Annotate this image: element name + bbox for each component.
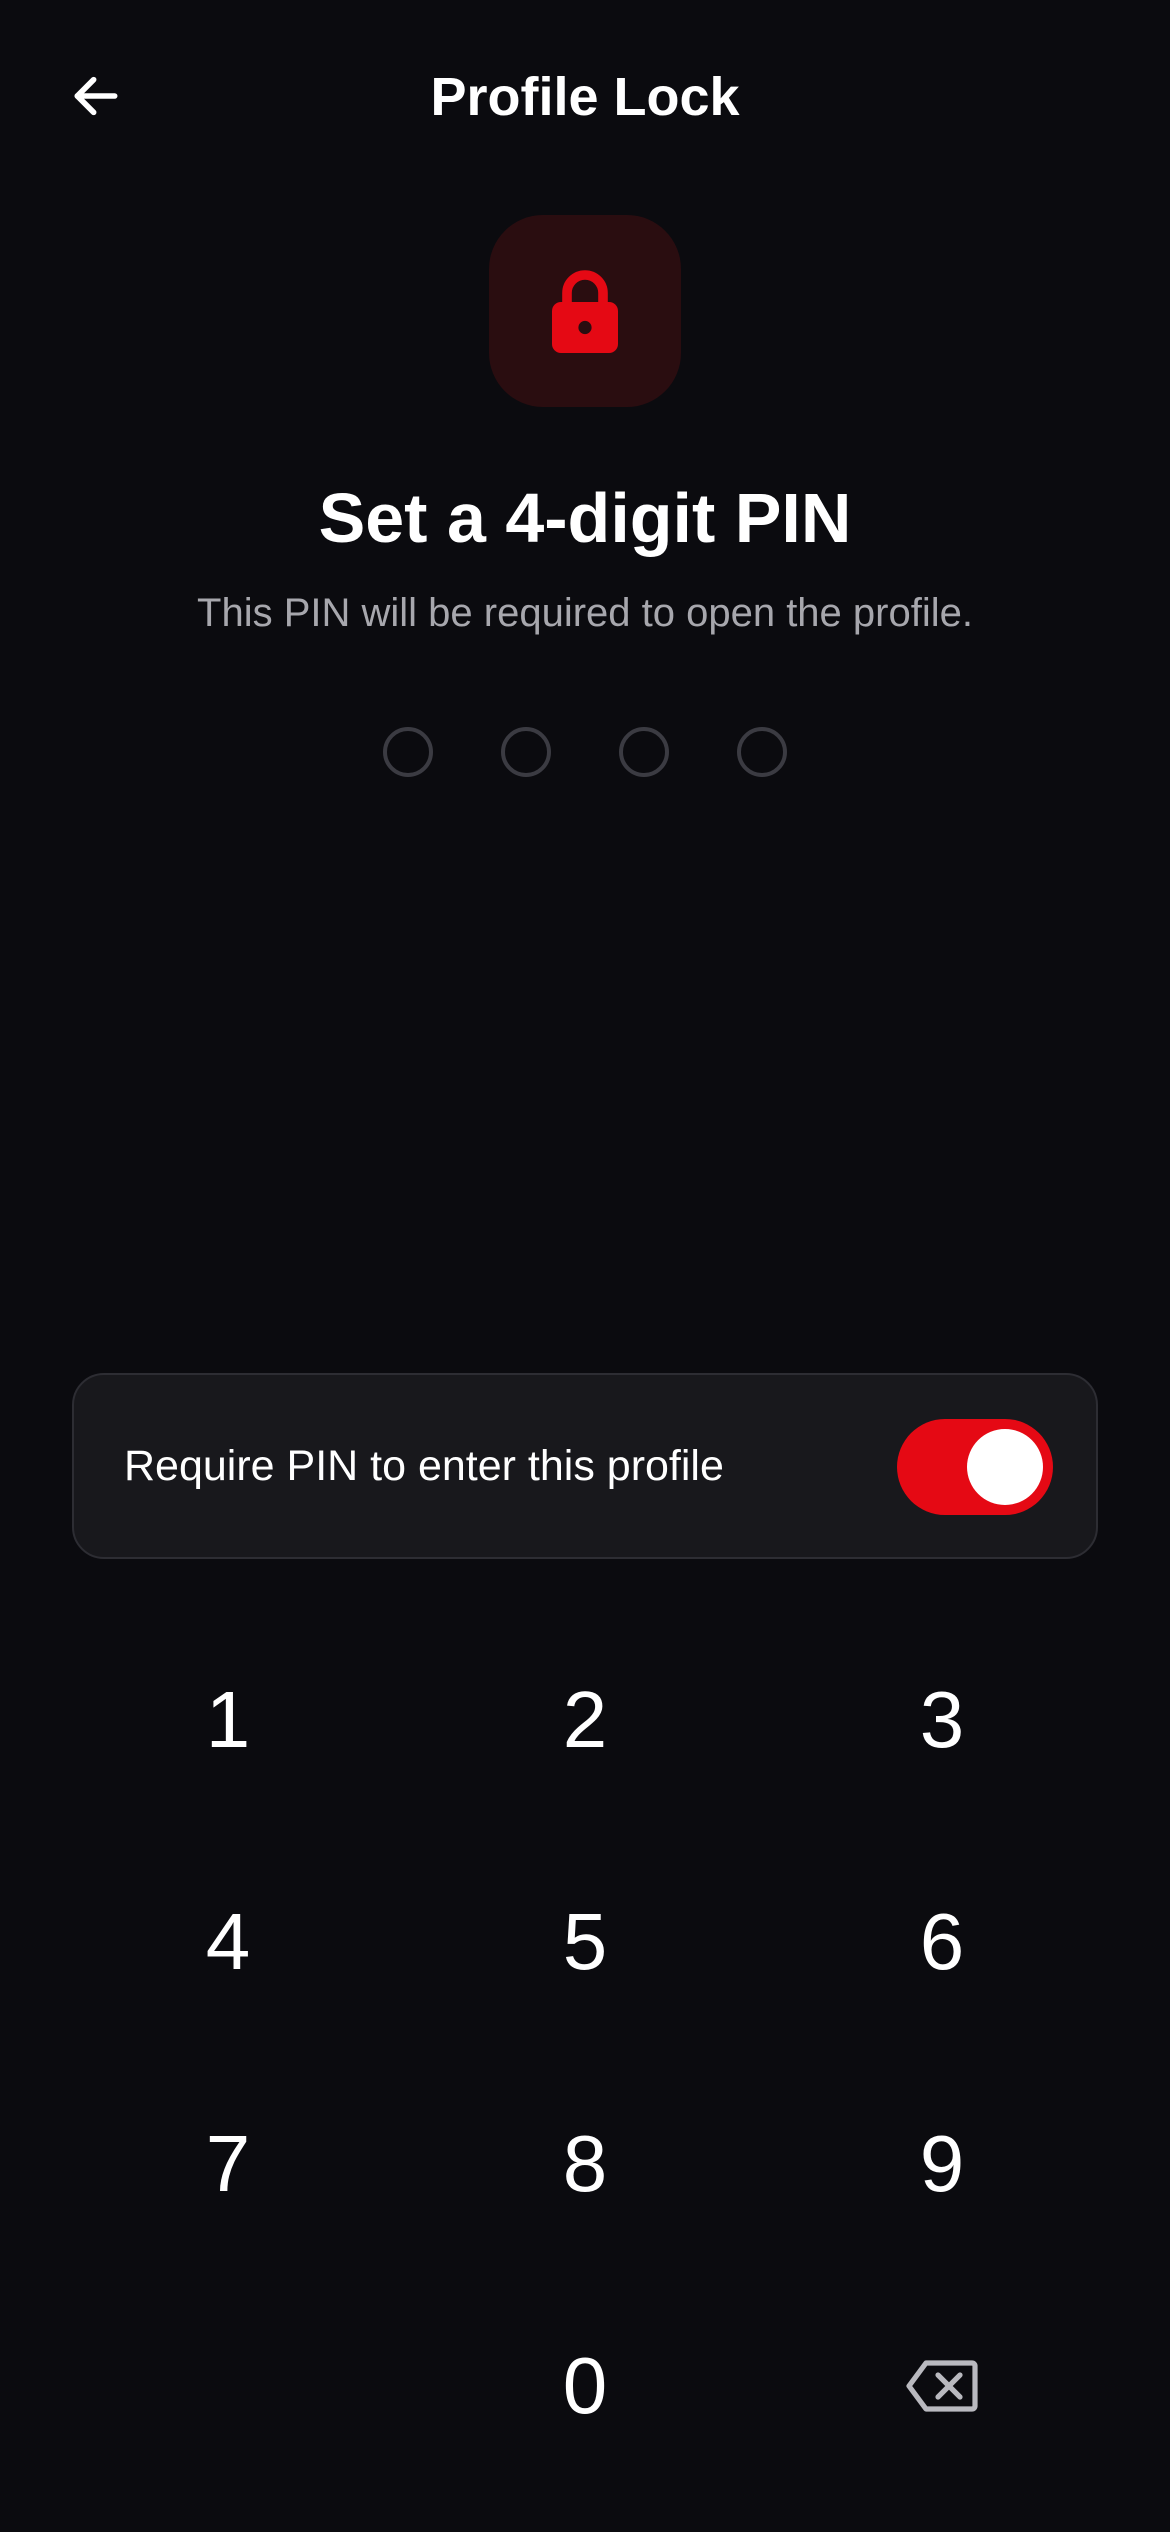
pin-indicator xyxy=(0,727,1170,777)
pin-dot xyxy=(501,727,551,777)
pin-dot xyxy=(737,727,787,777)
require-pin-label: Require PIN to enter this profile xyxy=(124,1441,724,1490)
key-9[interactable]: 9 xyxy=(792,2074,1092,2254)
pin-dot xyxy=(619,727,669,777)
pin-dot xyxy=(383,727,433,777)
lock-badge xyxy=(489,215,681,407)
key-6[interactable]: 6 xyxy=(792,1852,1092,2032)
key-3[interactable]: 3 xyxy=(792,1630,1092,1810)
require-pin-toggle[interactable] xyxy=(897,1419,1053,1515)
key-1[interactable]: 1 xyxy=(78,1630,378,1810)
header-bar: Profile Lock xyxy=(0,0,1170,192)
key-2[interactable]: 2 xyxy=(435,1630,735,1810)
key-0[interactable]: 0 xyxy=(435,2296,735,2476)
page-title: Profile Lock xyxy=(430,67,740,127)
toggle-knob xyxy=(967,1429,1043,1505)
backspace-icon xyxy=(906,2360,978,2412)
require-pin-card: Require PIN to enter this profile xyxy=(72,1373,1098,1559)
key-5[interactable]: 5 xyxy=(435,1852,735,2032)
prompt-heading: Set a 4-digit PIN xyxy=(318,479,852,557)
key-8[interactable]: 8 xyxy=(435,2074,735,2254)
backspace-button[interactable] xyxy=(792,2296,1092,2476)
key-7[interactable]: 7 xyxy=(78,2074,378,2254)
prompt-subtitle: This PIN will be required to open the pr… xyxy=(197,591,973,635)
lock-icon xyxy=(552,270,618,353)
key-4[interactable]: 4 xyxy=(78,1852,378,2032)
